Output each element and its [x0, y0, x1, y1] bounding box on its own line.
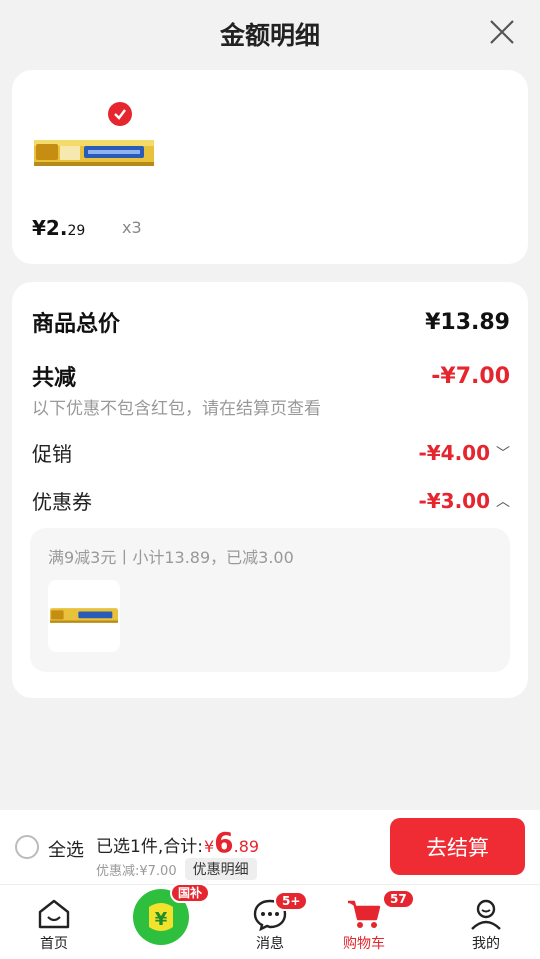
profile-icon [471, 899, 501, 930]
checkout-button[interactable]: 去结算 [390, 818, 525, 875]
home-icon [38, 899, 70, 929]
page-title: 金额明细 [219, 21, 320, 50]
select-all-label[interactable]: 全选 [48, 836, 84, 862]
selected-summary: 已选1件,合计: ¥ 6 .89 [96, 826, 260, 859]
quantity: x3 [122, 218, 142, 237]
checkout-bar: 全选 已选1件,合计: ¥ 6 .89 优惠减:¥7.00 优惠明细 去结算 [0, 810, 540, 884]
product-image[interactable] [34, 132, 154, 176]
subsidy-badge: 国补 [170, 883, 211, 903]
price-summary-card: 商品总价 ¥13.89 共减 -¥7.00 以下优惠不包含红包，请在结算页查看 … [12, 282, 528, 698]
cart-badge: 57 [382, 889, 415, 909]
promo-value: -¥4.00 ﹀ [418, 440, 510, 465]
tab-label: 我的 [472, 936, 500, 952]
coupon-row[interactable]: 优惠券 -¥3.00 ︿ [32, 486, 510, 515]
header: 金额明细 [0, 0, 540, 68]
chevron-down-icon[interactable]: ﹀ [496, 443, 510, 463]
unit-price: ¥2.29 [32, 216, 86, 240]
reduce-row: 共减 -¥7.00 [32, 360, 510, 392]
total-label: 商品总价 [32, 312, 121, 337]
select-all-radio[interactable] [15, 835, 39, 859]
discount-detail-button[interactable]: 优惠明细 [184, 858, 257, 880]
promo-row[interactable]: 促销 -¥4.00 ﹀ [32, 438, 510, 467]
coupon-product-image[interactable] [48, 580, 120, 652]
discount-summary: 优惠减:¥7.00 优惠明细 [96, 858, 257, 880]
discount-note: 以下优惠不包含红包，请在结算页查看 [32, 399, 321, 419]
chevron-up-icon[interactable]: ︿ [496, 491, 510, 511]
tab-label: 购物车 [343, 936, 385, 952]
promo-label: 促销 [32, 442, 72, 466]
reduce-label: 共减 [32, 366, 77, 391]
coupon-detail-box: 满9减3元丨小计13.89，已减3.00 [30, 528, 510, 672]
coupon-detail-text: 满9减3元丨小计13.89，已减3.00 [48, 548, 294, 567]
tab-profile[interactable]: 我的 [446, 885, 526, 959]
tab-label: 首页 [40, 936, 68, 952]
coupon-label: 优惠券 [32, 490, 92, 514]
tab-home[interactable]: 首页 [14, 885, 94, 959]
product-card: ¥2.29 x3 [12, 70, 528, 264]
total-value: ¥13.89 [425, 309, 510, 335]
svg-text:¥: ¥ [155, 909, 168, 930]
coupon-value: -¥3.00 ︿ [418, 488, 510, 513]
reduce-value: -¥7.00 [431, 363, 510, 389]
tab-bar: 首页 ¥ 国补 消息 5+ 购物车 57 我的 [0, 883, 540, 959]
total-row: 商品总价 ¥13.89 [32, 306, 510, 338]
close-icon[interactable] [488, 18, 516, 46]
cart-icon [348, 900, 381, 928]
total-amount: 6 [214, 826, 234, 859]
tab-label: 消息 [256, 936, 284, 952]
check-icon[interactable] [108, 102, 132, 126]
message-badge: 5+ [274, 891, 309, 911]
